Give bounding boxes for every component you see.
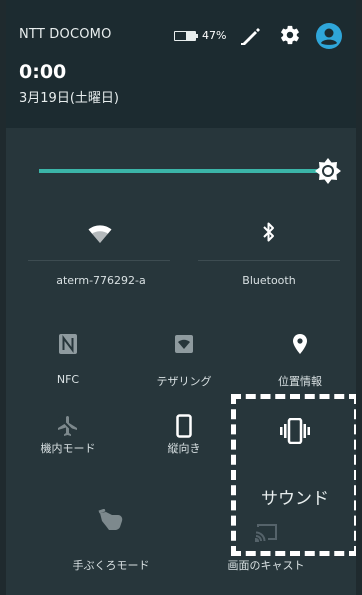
tile-location[interactable]: 位置情報 xyxy=(250,325,350,395)
tile-glove[interactable]: 手ぶくろモード xyxy=(46,505,176,575)
battery-icon xyxy=(174,31,198,41)
cast-icon xyxy=(255,524,277,542)
tile-rotation-label: 縦向き xyxy=(167,442,201,455)
portrait-phone-icon xyxy=(176,414,192,438)
brightness-slider-fill xyxy=(39,169,320,173)
account-icon[interactable] xyxy=(315,22,343,50)
status-header: NTT DOCOMO 47% 0:00 3月19日(土曜日) xyxy=(6,0,356,128)
hotspot-icon xyxy=(175,335,193,353)
airplane-icon xyxy=(58,416,78,436)
edit-icon[interactable] xyxy=(241,27,261,45)
tile-bluetooth[interactable]: Bluetooth xyxy=(194,210,344,290)
battery-level xyxy=(185,32,195,40)
glove-hand-icon xyxy=(98,509,123,530)
tile-nfc[interactable]: NFC xyxy=(18,325,118,395)
tile-tethering-label: テザリング xyxy=(156,375,212,388)
tile-airplane[interactable]: 機内モード xyxy=(18,410,118,480)
vibrate-icon xyxy=(280,418,310,444)
tile-tethering[interactable]: テザリング xyxy=(134,325,234,395)
wifi-icon xyxy=(88,225,112,243)
tile-glove-label: 手ぶくろモード xyxy=(72,559,150,572)
battery-percent: 47% xyxy=(202,29,227,42)
tile-wifi-label: aterm-776292-a xyxy=(56,274,146,287)
quick-settings-panel: NTT DOCOMO 47% 0:00 3月19日(土曜日) aterm-776… xyxy=(6,0,356,595)
bluetooth-icon xyxy=(263,222,274,242)
clock-time: 0:00 xyxy=(19,61,67,83)
location-pin-icon xyxy=(293,334,307,354)
carrier-label: NTT DOCOMO xyxy=(19,27,112,42)
bluetooth-divider xyxy=(198,260,340,261)
brightness-slider[interactable] xyxy=(39,169,325,173)
nfc-icon xyxy=(59,334,77,354)
tile-rotation[interactable]: 縦向き xyxy=(134,410,234,480)
tile-nfc-label: NFC xyxy=(56,373,80,386)
brightness-auto-icon[interactable] xyxy=(314,157,342,185)
gear-icon[interactable] xyxy=(279,24,301,46)
tile-wifi[interactable]: aterm-776292-a xyxy=(26,210,176,290)
tile-location-label: 位置情報 xyxy=(278,375,322,388)
tile-airplane-label: 機内モード xyxy=(40,442,96,455)
clock-date: 3月19日(土曜日) xyxy=(19,91,119,106)
tile-cast[interactable]: 画面のキャスト xyxy=(196,505,336,575)
tile-bluetooth-label: Bluetooth xyxy=(242,274,296,287)
tile-cast-label: 画面のキャスト xyxy=(227,559,305,572)
wifi-divider xyxy=(28,260,170,261)
